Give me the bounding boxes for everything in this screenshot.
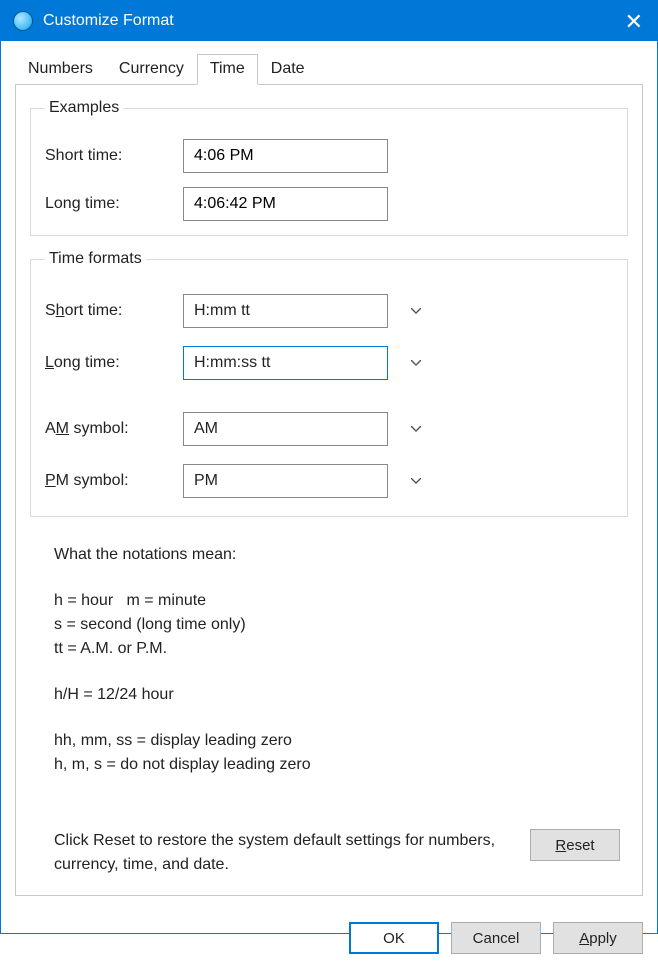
chevron-down-icon[interactable] bbox=[411, 465, 421, 497]
tab-numbers[interactable]: Numbers bbox=[15, 54, 106, 85]
cancel-button[interactable]: Cancel bbox=[451, 922, 541, 954]
dialog-buttons: OK Cancel Apply bbox=[1, 910, 657, 966]
long-time-format-input[interactable] bbox=[184, 354, 411, 372]
window-title: Customize Format bbox=[43, 12, 174, 30]
short-time-example-value: 4:06 PM bbox=[183, 139, 388, 173]
am-symbol-input[interactable] bbox=[184, 420, 411, 438]
time-page: Examples Short time: 4:06 PM Long time: … bbox=[15, 84, 643, 896]
time-formats-legend: Time formats bbox=[45, 250, 146, 268]
apply-button[interactable]: Apply bbox=[553, 922, 643, 954]
am-symbol-label: AM symbol: bbox=[45, 420, 183, 438]
chevron-down-icon[interactable] bbox=[411, 413, 421, 445]
long-time-example-label: Long time: bbox=[45, 195, 183, 213]
long-time-format-label: Long time: bbox=[45, 354, 183, 372]
short-time-format-label: Short time: bbox=[45, 302, 183, 320]
examples-legend: Examples bbox=[45, 99, 123, 117]
short-time-example-label: Short time: bbox=[45, 147, 183, 165]
pm-symbol-input[interactable] bbox=[184, 472, 411, 490]
tab-currency[interactable]: Currency bbox=[106, 54, 197, 85]
tab-strip: Numbers Currency Time Date bbox=[1, 41, 657, 84]
close-icon[interactable]: ✕ bbox=[625, 9, 643, 35]
time-formats-group: Time formats Short time: Long time: bbox=[30, 250, 628, 517]
reset-description: Click Reset to restore the system defaul… bbox=[54, 829, 530, 877]
tab-time[interactable]: Time bbox=[197, 54, 258, 85]
app-icon bbox=[13, 11, 33, 31]
reset-button[interactable]: Reset bbox=[530, 829, 620, 861]
am-symbol-combo[interactable] bbox=[183, 412, 388, 446]
short-time-format-combo[interactable] bbox=[183, 294, 388, 328]
examples-group: Examples Short time: 4:06 PM Long time: … bbox=[30, 99, 628, 236]
long-time-format-combo[interactable] bbox=[183, 346, 388, 380]
chevron-down-icon[interactable] bbox=[411, 347, 421, 379]
pm-symbol-label: PM symbol: bbox=[45, 472, 183, 490]
pm-symbol-combo[interactable] bbox=[183, 464, 388, 498]
tab-date[interactable]: Date bbox=[258, 54, 318, 85]
long-time-example-value: 4:06:42 PM bbox=[183, 187, 388, 221]
title-bar: Customize Format ✕ bbox=[1, 1, 657, 41]
ok-button[interactable]: OK bbox=[349, 922, 439, 954]
short-time-format-input[interactable] bbox=[184, 302, 411, 320]
notation-text: What the notations mean: h = hour m = mi… bbox=[30, 531, 628, 803]
chevron-down-icon[interactable] bbox=[411, 295, 421, 327]
